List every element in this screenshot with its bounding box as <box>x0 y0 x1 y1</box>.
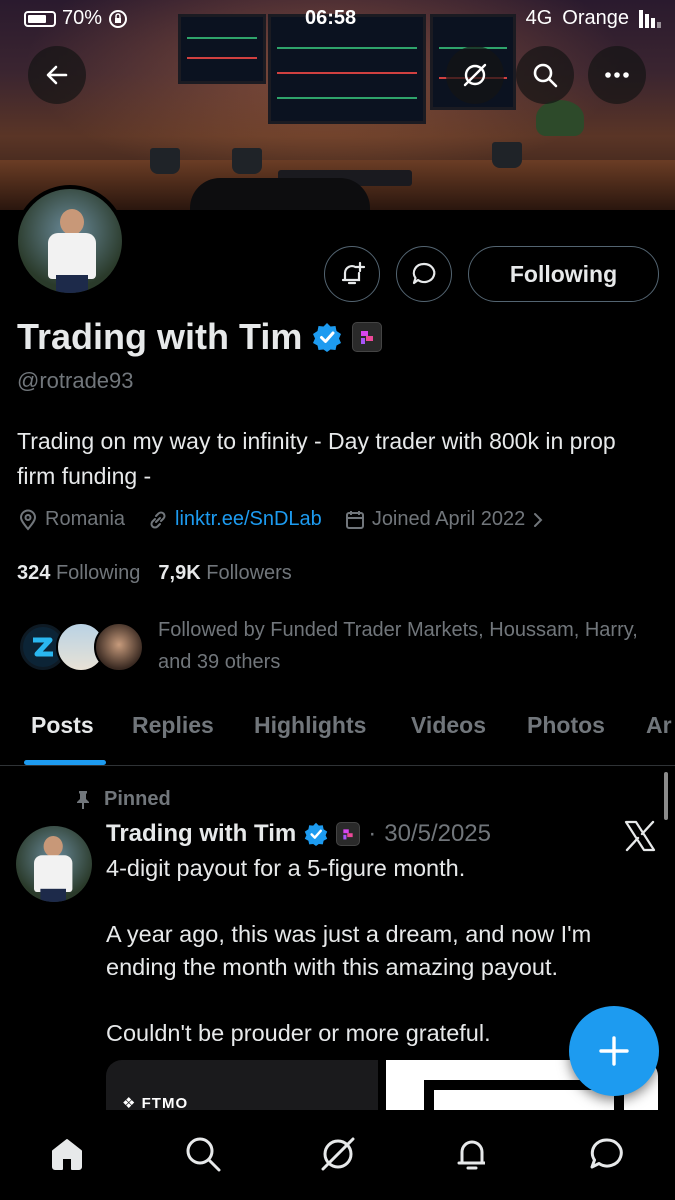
grok-icon <box>463 63 487 87</box>
follower-avatar-harry <box>94 622 144 672</box>
followed-by-text: Followed by Funded Trader Markets, Houss… <box>158 619 638 673</box>
status-right: 4G Orange <box>526 7 661 30</box>
location-text: Romania <box>45 508 126 530</box>
post-author-avatar[interactable] <box>16 826 92 902</box>
profile-bio: Trading on my way to infinity - Day trad… <box>17 428 616 489</box>
nav-grok[interactable] <box>316 1132 360 1176</box>
x-logo-icon <box>624 820 656 852</box>
bell-plus-icon <box>341 261 366 285</box>
calendar-icon <box>345 510 364 529</box>
post-header: Trading with Tim · 30/5/2025 <box>106 820 491 848</box>
profile-meta: Romania linktr.ee/SnDLab Joined April 20… <box>17 508 567 531</box>
profile-tabs: Posts Replies Highlights Videos Photos A… <box>0 700 675 766</box>
affiliate-logo-icon <box>343 829 353 840</box>
tab-replies[interactable]: Replies <box>132 712 214 739</box>
link-icon <box>150 510 166 529</box>
status-bar: 70% 06:58 4G Orange <box>0 0 675 38</box>
tab-posts[interactable]: Posts <box>31 712 94 739</box>
battery-icon <box>24 10 56 27</box>
bottom-navigation <box>0 1110 675 1200</box>
grok-icon <box>321 1137 355 1171</box>
search-button[interactable] <box>516 46 574 104</box>
more-dots-icon <box>605 72 629 78</box>
profile-avatar[interactable] <box>14 185 126 297</box>
pinned-indicator: Pinned <box>74 788 171 811</box>
display-name-row: Trading with Tim <box>17 316 383 358</box>
carrier-name: Orange <box>562 7 629 29</box>
chat-bubble-icon <box>590 1138 623 1169</box>
chat-bubble-icon <box>412 262 436 285</box>
grok-button[interactable] <box>446 46 504 104</box>
location-item: Romania <box>17 508 125 531</box>
tab-photos[interactable]: Photos <box>527 712 605 739</box>
scrollbar[interactable] <box>664 772 668 820</box>
followed-by-row[interactable]: Followed by Funded Trader Markets, Houss… <box>18 614 668 678</box>
following-label: Following <box>55 562 141 584</box>
arrow-left-icon <box>46 65 68 85</box>
banner-chair <box>190 178 370 210</box>
pin-icon <box>77 790 89 809</box>
search-icon <box>186 1137 221 1172</box>
followers-stat[interactable]: 7,9K Followers <box>158 562 291 585</box>
followers-label: Followers <box>206 562 292 584</box>
plus-icon <box>599 1036 629 1066</box>
banner-mug <box>492 142 522 168</box>
nav-notifications[interactable] <box>450 1132 494 1176</box>
followers-count: 7,9K <box>158 562 201 584</box>
home-icon <box>52 1139 82 1170</box>
following-stat[interactable]: 324 Following <box>17 562 140 585</box>
following-button[interactable]: Following <box>468 246 659 302</box>
rotation-lock-icon <box>109 9 128 28</box>
profile-handle: @rotrade93 <box>17 368 134 393</box>
more-options-button[interactable] <box>588 46 646 104</box>
post-author-name[interactable]: Trading with Tim <box>106 820 296 848</box>
avatar-person-figure <box>48 209 96 293</box>
status-time: 06:58 <box>305 7 357 29</box>
profile-stats: 324 Following 7,9K Followers <box>17 562 292 585</box>
post-paragraph: A year ago, this was just a dream, and n… <box>106 921 592 980</box>
post-separator: · <box>368 820 377 847</box>
back-button[interactable] <box>28 46 86 104</box>
nav-messages[interactable] <box>585 1132 629 1176</box>
battery-percent: 70% <box>62 7 103 29</box>
tab-videos[interactable]: Videos <box>411 712 486 739</box>
joined-item[interactable]: Joined April 2022 <box>344 508 545 531</box>
affiliate-logo-icon <box>361 331 374 344</box>
banner-plant <box>536 100 584 136</box>
joined-text: Joined April 2022 <box>371 508 526 530</box>
network-type: 4G <box>525 7 553 29</box>
avatar-person-figure <box>34 836 73 902</box>
banner-mug <box>232 148 262 174</box>
banner-mug <box>150 148 180 174</box>
verified-badge-icon[interactable] <box>312 322 342 352</box>
chevron-right-icon <box>534 512 543 527</box>
location-pin-icon <box>19 509 37 531</box>
post-paragraph: 4-digit payout for a 5-figure month. <box>106 855 466 881</box>
post-date[interactable]: 30/5/2025 <box>384 820 491 848</box>
tab-articles[interactable]: Ar <box>646 712 672 739</box>
website-item[interactable]: linktr.ee/SnDLab <box>147 508 322 531</box>
bell-icon <box>457 1140 485 1170</box>
signal-icon <box>639 9 661 28</box>
message-button[interactable] <box>396 246 452 302</box>
nav-home[interactable] <box>45 1132 89 1176</box>
pinned-label: Pinned <box>104 788 171 810</box>
status-left: 70% <box>24 7 128 30</box>
affiliate-badge-icon <box>336 822 361 846</box>
verified-badge-icon <box>305 822 328 846</box>
notifications-button[interactable] <box>324 246 380 302</box>
display-name: Trading with Tim <box>17 316 303 357</box>
active-tab-indicator <box>24 760 106 765</box>
website-link[interactable]: linktr.ee/SnDLab <box>175 508 322 531</box>
tab-highlights[interactable]: Highlights <box>254 712 366 739</box>
search-icon <box>533 63 558 88</box>
nav-search[interactable] <box>181 1132 225 1176</box>
compose-post-button[interactable] <box>569 1006 659 1096</box>
following-count: 324 <box>17 562 51 584</box>
affiliate-badge-icon[interactable] <box>352 322 383 352</box>
